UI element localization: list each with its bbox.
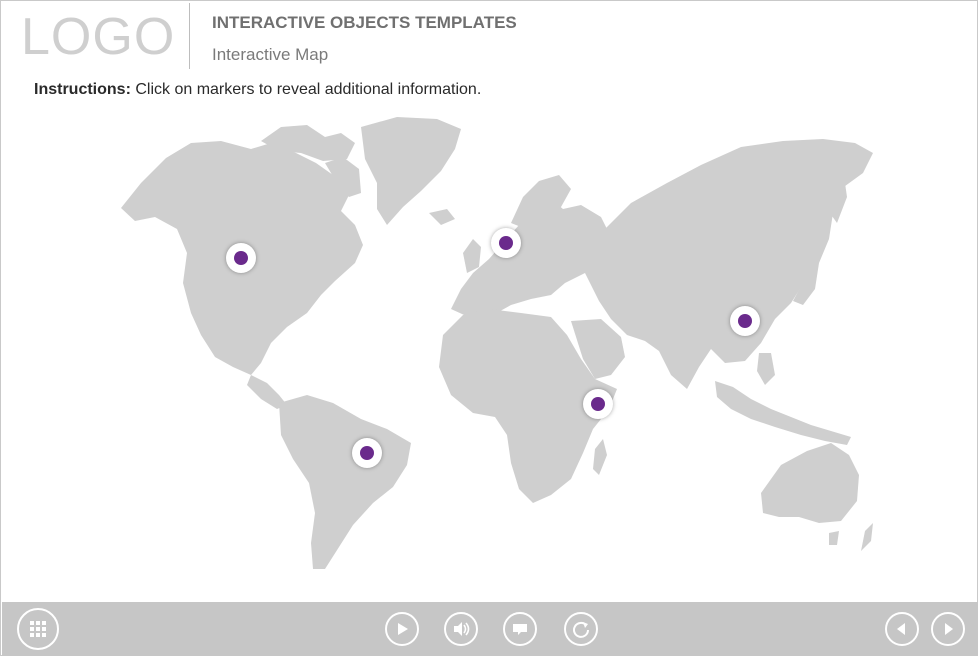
marker-south-america[interactable] bbox=[352, 438, 382, 468]
marker-dot bbox=[499, 236, 513, 250]
arrow-right-icon bbox=[945, 623, 953, 635]
arrow-left-icon bbox=[897, 623, 905, 635]
playback-bar bbox=[2, 602, 978, 656]
instructions-text: Click on markers to reveal additional in… bbox=[135, 81, 482, 98]
philippines-shape bbox=[757, 353, 775, 385]
replay-button[interactable] bbox=[564, 612, 598, 646]
header-divider bbox=[189, 3, 190, 69]
marker-dot bbox=[591, 397, 605, 411]
marker-northern-europe[interactable] bbox=[491, 228, 521, 258]
greenland-shape bbox=[361, 117, 461, 225]
caption-icon bbox=[513, 624, 527, 635]
marker-east-africa[interactable] bbox=[583, 389, 613, 419]
madagascar-shape bbox=[593, 439, 607, 475]
menu-button[interactable] bbox=[17, 608, 59, 650]
world-map bbox=[121, 117, 873, 569]
page-title: INTERACTIVE OBJECTS TEMPLATES bbox=[212, 13, 517, 32]
next-button[interactable] bbox=[931, 612, 965, 646]
iceland-shape bbox=[429, 209, 455, 225]
south-america-shape bbox=[279, 395, 411, 569]
audio-button[interactable] bbox=[444, 612, 478, 646]
marker-east-asia[interactable] bbox=[730, 306, 760, 336]
logo: LOGO bbox=[21, 8, 176, 66]
marker-north-america[interactable] bbox=[226, 243, 256, 273]
grid-icon bbox=[30, 621, 46, 637]
tasmania-shape bbox=[829, 531, 839, 545]
australia-shape bbox=[761, 443, 859, 523]
marker-dot bbox=[360, 446, 374, 460]
southeast-asia-islands-shape bbox=[715, 381, 851, 445]
play-icon bbox=[398, 623, 408, 635]
instructions-label: Instructions: bbox=[34, 81, 131, 98]
play-button[interactable] bbox=[385, 612, 419, 646]
slide-frame: LOGO INTERACTIVE OBJECTS TEMPLATES Inter… bbox=[0, 0, 978, 656]
replay-icon bbox=[573, 621, 589, 638]
speaker-icon bbox=[454, 622, 470, 636]
back-button[interactable] bbox=[885, 612, 919, 646]
new-zealand-shape bbox=[861, 523, 873, 551]
page-subtitle: Interactive Map bbox=[212, 45, 329, 64]
marker-dot bbox=[738, 314, 752, 328]
captions-button[interactable] bbox=[503, 612, 537, 646]
marker-dot bbox=[234, 251, 248, 265]
uk-shape bbox=[463, 239, 481, 273]
instructions: Instructions: Click on markers to reveal… bbox=[34, 81, 481, 99]
